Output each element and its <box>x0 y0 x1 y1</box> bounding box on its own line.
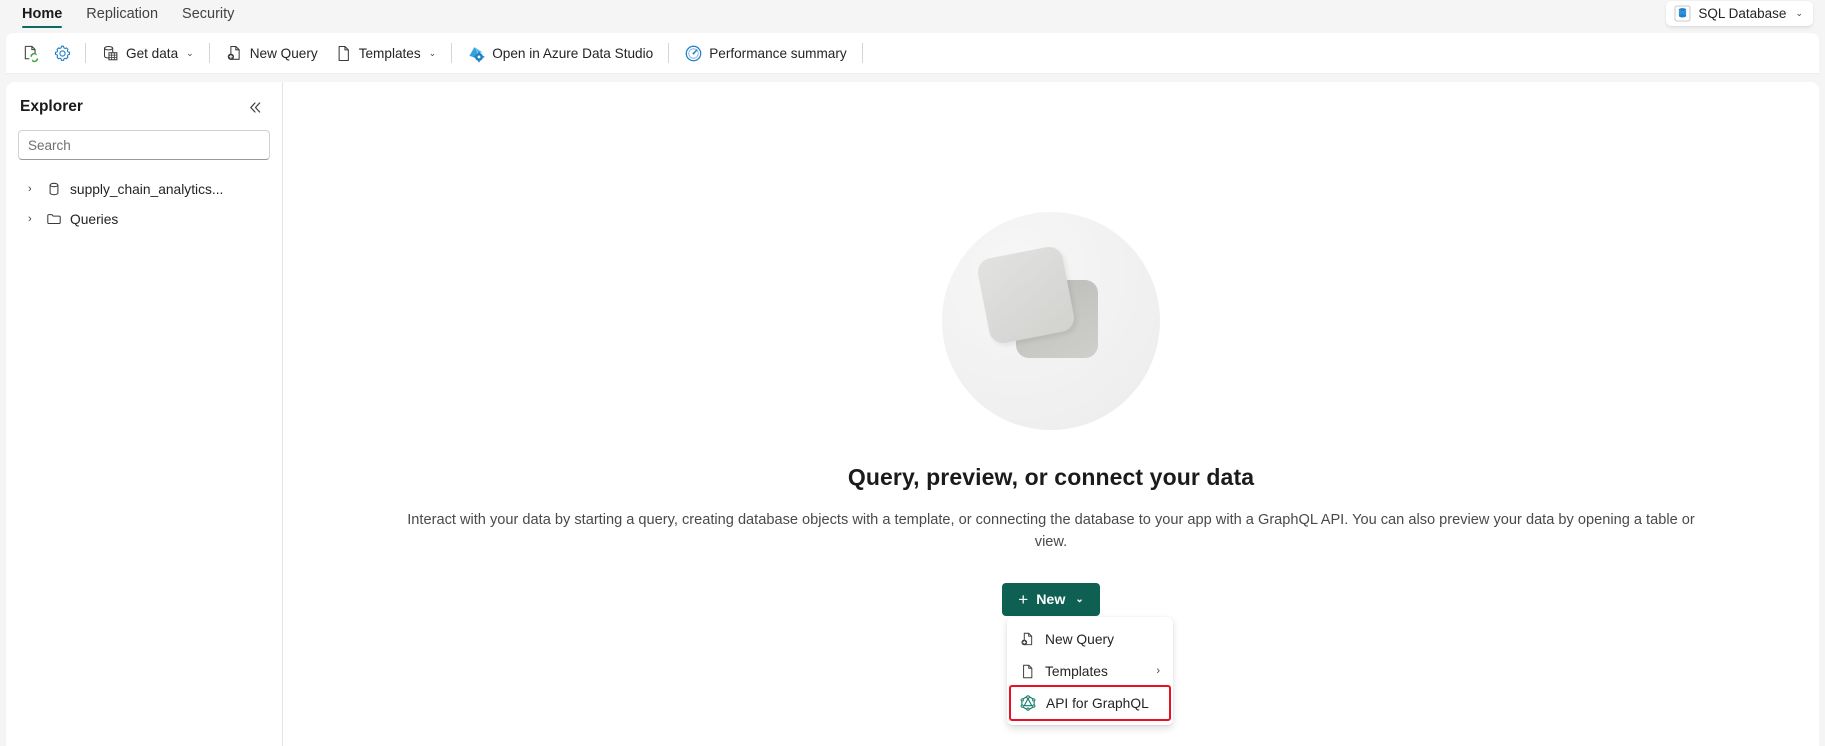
new-query-icon <box>225 44 244 63</box>
chevron-double-left-icon <box>249 101 260 113</box>
tab-replication[interactable]: Replication <box>74 0 170 30</box>
chevron-right-icon[interactable]: › <box>28 183 38 195</box>
new-button-area: + New ⌄ New Query Templates › API for Gr… <box>1002 583 1173 725</box>
menu-item-new-query-label: New Query <box>1045 631 1115 647</box>
workload-switcher[interactable]: SQL Database ⌄ <box>1666 1 1813 26</box>
new-query-label: New Query <box>249 45 318 61</box>
templates-button[interactable]: Templates ⌄ <box>326 38 445 68</box>
refresh-icon <box>22 44 41 63</box>
performance-summary-button[interactable]: Performance summary <box>676 38 854 68</box>
templates-label: Templates <box>358 45 421 61</box>
search-input[interactable] <box>18 130 270 160</box>
main-content: Query, preview, or connect your data Int… <box>283 82 1819 746</box>
menu-item-api-for-graphql[interactable]: API for GraphQL <box>1009 685 1171 721</box>
tab-security-label: Security <box>182 6 235 22</box>
stacked-squares-illustration <box>942 212 1160 430</box>
menu-item-new-query[interactable]: New Query <box>1011 623 1169 655</box>
empty-state: Query, preview, or connect your data Int… <box>283 212 1819 725</box>
explorer-title: Explorer <box>20 98 83 115</box>
tab-home-label: Home <box>22 6 63 22</box>
azure-data-studio-icon <box>467 44 486 63</box>
settings-button[interactable] <box>47 38 78 68</box>
tree-item-queries[interactable]: › Queries <box>6 204 282 234</box>
refresh-button[interactable] <box>16 38 47 68</box>
tree-item-database[interactable]: › supply_chain_analytics... <box>6 174 282 204</box>
illustration-square-front <box>975 244 1077 346</box>
open-in-azure-data-studio-label: Open in Azure Data Studio <box>492 45 654 61</box>
sql-database-icon <box>1674 5 1691 22</box>
graphql-icon <box>1019 694 1037 712</box>
performance-gauge-icon <box>684 44 703 63</box>
templates-icon <box>334 44 353 63</box>
new-button-label: New <box>1036 591 1066 608</box>
ribbon-tabstrip: Home Replication Security <box>0 0 1825 33</box>
toolbar-separator <box>668 43 670 63</box>
get-data-button[interactable]: Get data ⌄ <box>93 38 202 68</box>
gear-icon <box>53 44 72 63</box>
page-description: Interact with your data by starting a qu… <box>407 512 1695 550</box>
app-window: Home Replication Security SQL Database ⌄ <box>0 0 1825 746</box>
chevron-right-icon[interactable]: › <box>28 213 38 225</box>
menu-item-templates-label: Templates <box>1045 663 1108 679</box>
folder-icon <box>46 211 62 227</box>
toolbar: Get data ⌄ New Query Templates ⌄ Open in… <box>6 33 1819 73</box>
tab-home[interactable]: Home <box>10 0 74 30</box>
new-query-icon <box>1019 631 1036 648</box>
performance-summary-label: Performance summary <box>709 45 847 61</box>
toolbar-separator <box>861 43 863 63</box>
explorer-panel: Explorer › supply_chain_analytics... <box>6 82 282 746</box>
new-dropdown-menu: New Query Templates › API for GraphQL <box>1007 617 1173 725</box>
chevron-down-icon: ⌄ <box>1075 593 1084 605</box>
chevron-right-icon: › <box>1156 665 1160 677</box>
templates-icon <box>1019 663 1036 680</box>
menu-item-api-for-graphql-label: API for GraphQL <box>1046 695 1149 711</box>
page-title: Query, preview, or connect your data <box>847 464 1255 490</box>
explorer-search-wrap <box>6 124 282 164</box>
toolbar-separator <box>85 43 86 63</box>
new-query-button[interactable]: New Query <box>217 38 326 68</box>
new-button[interactable]: + New ⌄ <box>1002 583 1100 616</box>
database-icon <box>46 181 62 197</box>
tab-replication-label: Replication <box>86 6 159 22</box>
explorer-tree: › supply_chain_analytics... › Queries <box>6 164 282 234</box>
toolbar-separator <box>451 43 453 63</box>
collapse-panel-button[interactable] <box>242 94 268 120</box>
plus-icon: + <box>1018 590 1029 609</box>
get-data-label: Get data <box>126 45 179 61</box>
open-in-azure-data-studio-button[interactable]: Open in Azure Data Studio <box>459 38 661 68</box>
tab-security[interactable]: Security <box>170 0 246 30</box>
tree-item-queries-label: Queries <box>70 211 119 227</box>
explorer-header: Explorer <box>6 82 282 124</box>
get-data-icon <box>101 44 120 63</box>
tree-item-database-label: supply_chain_analytics... <box>70 181 224 197</box>
chevron-down-icon: ⌄ <box>428 47 437 58</box>
toolbar-separator <box>208 43 210 63</box>
chevron-down-icon: ⌄ <box>186 47 194 58</box>
chevron-down-icon: ⌄ <box>1795 8 1803 18</box>
menu-item-templates[interactable]: Templates › <box>1011 655 1169 687</box>
workload-switcher-label: SQL Database <box>1698 5 1787 21</box>
